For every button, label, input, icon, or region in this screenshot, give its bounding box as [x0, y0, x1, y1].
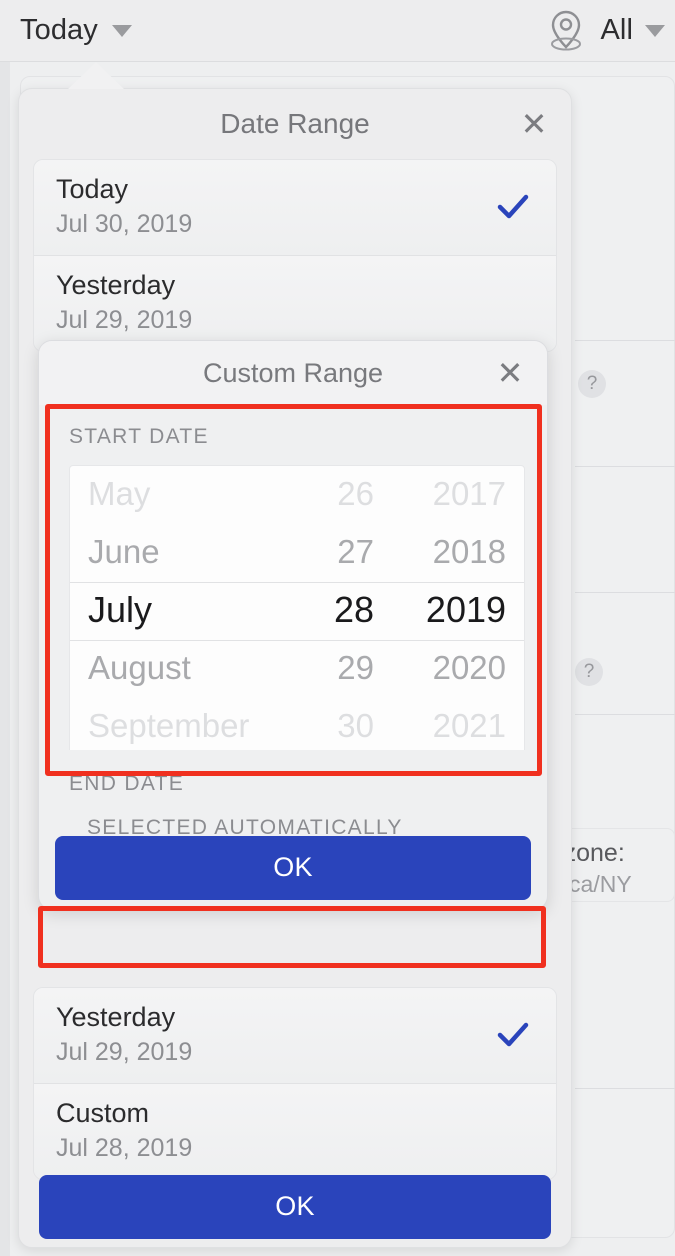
background-divider	[575, 592, 675, 593]
modal-ok-button[interactable]: OK	[55, 836, 531, 900]
day-option[interactable]: 27	[337, 523, 374, 581]
month-option[interactable]: September	[88, 697, 249, 754]
close-icon[interactable]: ✕	[491, 354, 529, 392]
background-divider	[575, 714, 675, 715]
custom-range-header: Custom Range ✕	[39, 341, 547, 405]
popup-ok-button[interactable]: OK	[39, 1175, 551, 1239]
timezone-card: Timezone: America/NY	[560, 828, 675, 902]
month-picker-column[interactable]: May June July August September	[88, 466, 283, 754]
month-option[interactable]: May	[88, 466, 150, 523]
chevron-down-icon	[111, 24, 132, 37]
list-item[interactable]: Yesterday Jul 29, 2019	[34, 255, 556, 351]
popup-ok-container: OK	[39, 1175, 551, 1239]
page-title: Date Range	[220, 108, 370, 139]
list-item[interactable]: Custom Jul 28, 2019	[34, 1083, 556, 1179]
list-item-title: Yesterday	[56, 1002, 176, 1032]
start-date-label: START DATE	[69, 425, 209, 448]
checkmark-icon	[497, 1023, 529, 1047]
custom-range-modal: Custom Range ✕ START DATE May June July …	[38, 340, 548, 910]
list-item-subtitle: Jul 29, 2019	[56, 1037, 193, 1066]
list-item-title: Yesterday	[56, 269, 176, 300]
checkmark-icon	[497, 195, 529, 219]
list-item-subtitle: Jul 30, 2019	[56, 209, 193, 238]
year-option[interactable]: 2021	[433, 697, 506, 754]
day-option[interactable]: 26	[337, 466, 374, 523]
close-icon[interactable]: ✕	[515, 105, 553, 143]
end-date-section: END DATE SELECTED AUTOMATICALLY	[39, 750, 547, 850]
location-filter-label: All	[600, 14, 633, 46]
year-option[interactable]: 2017	[433, 466, 506, 523]
left-scroll-gutter[interactable]	[0, 62, 10, 1256]
date-range-header: Date Range ✕	[19, 89, 571, 159]
location-pin-icon	[551, 10, 582, 50]
chevron-down-icon	[645, 24, 665, 37]
day-option[interactable]: 29	[337, 639, 374, 697]
end-date-label: END DATE	[69, 772, 185, 795]
help-icon[interactable]: ?	[575, 658, 603, 686]
location-filter-dropdown[interactable]: All	[544, 8, 665, 54]
year-option[interactable]: 2020	[433, 639, 506, 697]
popup-pointer-arrow	[68, 62, 124, 89]
day-option-selected[interactable]: 28	[334, 581, 374, 639]
list-item-subtitle: Jul 29, 2019	[56, 305, 193, 334]
start-date-section: START DATE May June July August Septembe…	[39, 405, 547, 755]
date-filter-label: Today	[20, 14, 98, 46]
year-option[interactable]: 2018	[433, 523, 506, 581]
date-picker-wheel[interactable]: May June July August September 26 27 28 …	[69, 465, 525, 755]
background-divider	[575, 466, 675, 467]
month-option[interactable]: June	[88, 523, 160, 581]
background-divider	[575, 1088, 675, 1089]
background-divider	[575, 340, 675, 341]
day-option[interactable]: 30	[337, 697, 374, 754]
custom-range-title: Custom Range	[202, 357, 384, 388]
month-option[interactable]: August	[88, 639, 191, 697]
list-item-title: Custom	[56, 1097, 150, 1128]
help-icon[interactable]: ?	[578, 370, 606, 398]
list-item[interactable]: Yesterday Jul 29, 2019	[34, 988, 556, 1084]
year-picker-column[interactable]: 2017 2018 2019 2020 2021	[380, 466, 506, 754]
list-item-title: Today	[56, 174, 129, 204]
day-picker-column[interactable]: 26 27 28 29 30	[283, 466, 380, 754]
month-option-selected[interactable]: July	[88, 581, 152, 639]
list-item-subtitle: Jul 28, 2019	[56, 1133, 193, 1162]
app-root: ? ? Timezone: America/NY Today All	[0, 0, 675, 1256]
date-range-list-bottom: Yesterday Jul 29, 2019 Custom Jul 28, 20…	[33, 987, 557, 1180]
list-item[interactable]: Today Jul 30, 2019	[34, 160, 556, 256]
year-option-selected[interactable]: 2019	[426, 581, 506, 639]
date-range-list-top: Today Jul 30, 2019 Yesterday Jul 29, 201…	[33, 159, 557, 352]
top-toolbar: Today All	[0, 0, 675, 62]
date-filter-dropdown[interactable]: Today	[20, 14, 132, 47]
modal-ok-container: OK	[55, 836, 531, 900]
